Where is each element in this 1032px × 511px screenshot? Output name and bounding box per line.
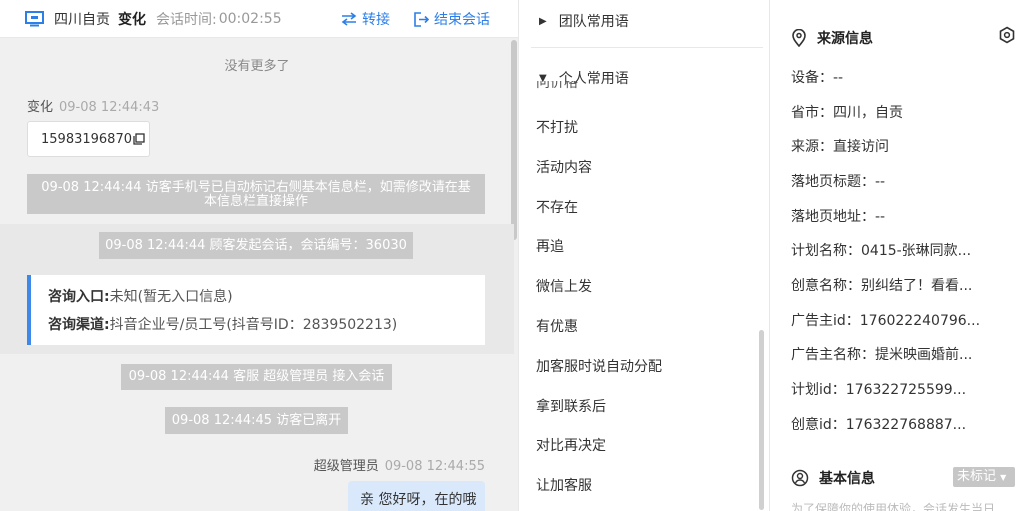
system-message-visitor-left: 09-08 12:44:45 访客已离开 [165, 407, 348, 434]
consult-info-card: 咨询入口:未知(暂无入口信息) 咨询渠道:抖音企业号/员工号(抖音号ID：283… [27, 275, 485, 345]
basic-info-title: 基本信息 [819, 471, 875, 487]
tag-dropdown[interactable]: 未标记 ▼ [953, 467, 1015, 487]
phrase-item[interactable]: 不存在 [536, 197, 578, 217]
info-advertiser-id: 广告主id：176022240796... [791, 313, 981, 329]
visitor-name: 变化 [118, 11, 146, 28]
info-province-city: 省市：四川，自贡 [791, 105, 903, 121]
visitor-sender-time: 09-08 12:44:43 [59, 100, 160, 115]
consult-channel-value: 抖音企业号/员工号(抖音号ID：2839502213) [109, 317, 398, 333]
system-message-session-start: 09-08 12:44:44 顾客发起会话，会话编号：36030 [99, 232, 413, 259]
phrase-item[interactable]: 不打扰 [536, 117, 578, 137]
info-source: 来源：直接访问 [791, 139, 889, 155]
phrase-item[interactable]: 微信上发 [536, 276, 592, 296]
source-info-title: 来源信息 [817, 31, 873, 47]
team-phrases-group[interactable]: ▶ 团队常用语 [539, 11, 629, 31]
caret-right-icon: ▶ [539, 15, 547, 27]
tag-dropdown-label: 未标记 [957, 469, 997, 484]
gear-icon[interactable] [998, 26, 1016, 44]
visitor-sender-name: 变化 [27, 100, 54, 115]
phone-message[interactable]: 15983196870 [27, 121, 150, 157]
system-message-agent-joined: 09-08 12:44:44 客服 超级管理员 接入会话 [121, 364, 392, 390]
consult-entry-row: 咨询入口:未知(暂无入口信息) [48, 283, 485, 311]
info-landing-title: 落地页标题：-- [791, 174, 886, 190]
info-advertiser-name: 广告主名称：提米映画婚前... [791, 347, 973, 363]
visitor-location: 四川自贡 [54, 11, 110, 28]
info-landing-url: 落地页地址：-- [791, 209, 886, 225]
basic-info-header: 基本信息 [791, 468, 875, 488]
consult-entry-label: 咨询入口: [48, 289, 110, 305]
location-pin-icon [792, 29, 806, 47]
info-creative-id: 创意id：176322768887... [791, 417, 967, 433]
phrase-item[interactable]: 对比再决定 [536, 435, 606, 455]
phrases-panel: ▶ 团队常用语 ▼ 个人常用语 问价格 不打扰 活动内容 不存在 再追 微信上发… [518, 0, 770, 511]
phrase-item[interactable]: 活动内容 [536, 157, 592, 177]
consult-channel-label: 咨询渠道: [48, 317, 110, 333]
phrase-item[interactable]: 让加客服 [536, 475, 592, 495]
info-plan-name: 计划名称：0415-张琳同款... [791, 243, 972, 259]
transfer-icon [341, 12, 357, 26]
info-device: 设备：-- [791, 70, 844, 86]
monitor-icon [25, 10, 44, 26]
system-message-phone-tagged: 09-08 12:44:44 访客手机号已自动标记右侧基本信息栏，如需修改请在基… [27, 174, 485, 214]
phrase-item[interactable]: 有优惠 [536, 316, 578, 336]
no-more-text: 没有更多了 [224, 59, 290, 74]
copy-icon[interactable] [133, 133, 145, 145]
phrase-item[interactable]: 加客服时说自动分配 [536, 356, 662, 376]
basic-info-note: 为了保障你的使用体验，会话发生当日 [791, 502, 996, 511]
session-time-value: 00:02:55 [218, 10, 282, 27]
consult-channel-row: 咨询渠道:抖音企业号/员工号(抖音号ID：2839502213) [48, 311, 485, 339]
phrase-item[interactable]: 再追 [536, 236, 564, 256]
phrases-scrollbar[interactable] [759, 330, 764, 510]
agent-sender: 超级管理员 09-08 12:44:55 [314, 455, 485, 474]
session-time-label: 会话时间: [156, 11, 217, 28]
end-session-label: 结束会话 [434, 12, 490, 28]
agent-sender-name: 超级管理员 [313, 459, 379, 474]
chat-panel: 四川自贡 变化 会话时间: 00:02:55 转接 结束会话 没有更多了 变化 0… [0, 0, 518, 511]
visitor-info-panel: 来源信息 设备：-- 省市：四川，自贡 来源：直接访问 落地页标题：-- 落地页… [771, 0, 1032, 511]
app-root: 四川自贡 变化 会话时间: 00:02:55 转接 结束会话 没有更多了 变化 0… [0, 0, 1032, 511]
transfer-button[interactable]: 转接 [341, 9, 390, 29]
agent-message-bubble[interactable]: 亲 您好呀，在的哦 [348, 481, 485, 511]
team-phrases-label: 团队常用语 [558, 14, 629, 30]
exit-icon [414, 11, 429, 27]
end-session-button[interactable]: 结束会话 [414, 9, 490, 29]
user-icon [791, 469, 809, 487]
phone-number: 15983196870 [41, 131, 132, 147]
source-info-header: 来源信息 [791, 28, 873, 48]
phrase-item-clipped[interactable]: 问价格 [536, 81, 578, 91]
phrase-item[interactable]: 拿到联系后 [536, 396, 606, 416]
divider [531, 47, 763, 48]
chevron-down-icon: ▼ [1000, 473, 1007, 482]
consult-entry-value: 未知(暂无入口信息) [109, 289, 233, 305]
transfer-label: 转接 [362, 12, 390, 28]
visitor-sender: 变化 09-08 12:44:43 [27, 96, 159, 115]
info-creative-name: 创意名称：别纠结了！看看... [791, 278, 973, 294]
info-plan-id: 计划id：176322725599... [791, 382, 967, 398]
agent-sender-time: 09-08 12:44:55 [384, 459, 485, 474]
